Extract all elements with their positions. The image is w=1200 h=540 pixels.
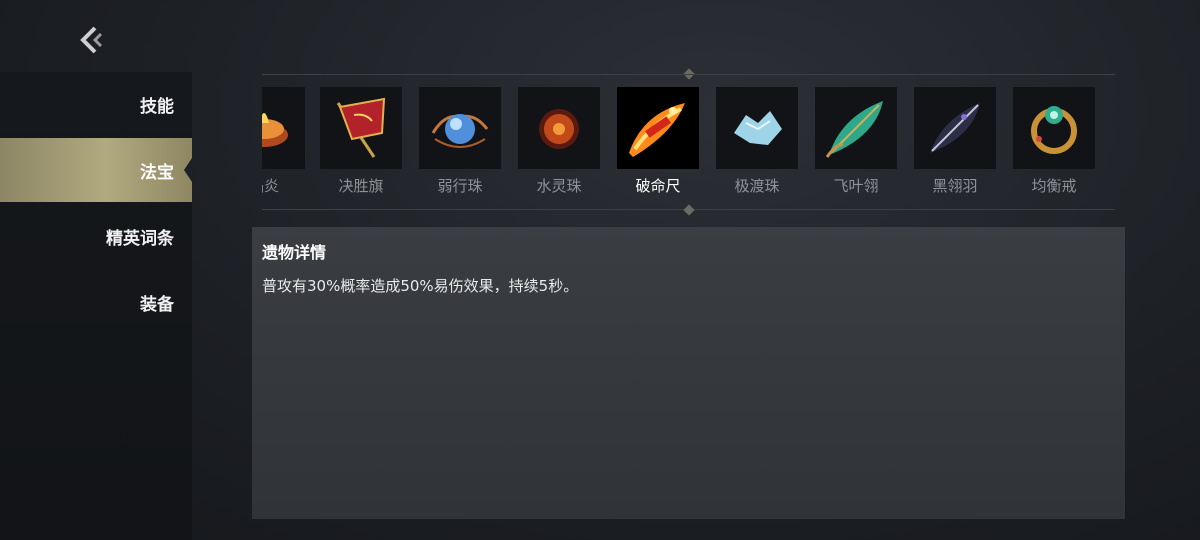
- black-feather-icon: [914, 87, 996, 169]
- banner-flag-icon: [320, 87, 402, 169]
- details-title: 遗物详情: [262, 243, 327, 262]
- sidebar-item-treasure[interactable]: 法宝: [0, 138, 192, 202]
- relic-details-panel: 遗物详情 普攻有30%概率造成50%易伤效果，持续5秒。: [252, 227, 1125, 519]
- relic-item-selected[interactable]: 破命尺: [617, 87, 699, 199]
- relic-list[interactable]: 焰炎 决胜旗 弱行珠: [262, 74, 1115, 210]
- relic-name: 飞叶翎: [833, 177, 879, 195]
- relic-item[interactable]: 焰炎: [262, 87, 305, 199]
- relic-name: 均衡戒: [1031, 177, 1077, 195]
- relic-item[interactable]: 弱行珠: [419, 87, 501, 199]
- sidebar: 技能 法宝 精英词条 装备: [0, 72, 192, 540]
- relic-item[interactable]: 黑翎羽: [914, 87, 996, 199]
- relic-name: 焰炎: [262, 177, 279, 195]
- sidebar-item-label: 法宝: [140, 162, 174, 183]
- relic-item[interactable]: 飞叶翎: [815, 87, 897, 199]
- red-rune-orb-icon: [518, 87, 600, 169]
- relic-item[interactable]: 极渡珠: [716, 87, 798, 199]
- active-caret-icon: [184, 158, 192, 182]
- sidebar-item-label: 装备: [140, 294, 174, 315]
- relic-name: 水灵珠: [536, 177, 582, 195]
- back-button[interactable]: [74, 22, 110, 58]
- sidebar-item-elite-traits[interactable]: 精英词条: [0, 204, 192, 268]
- relic-name: 弱行珠: [437, 177, 483, 195]
- relic-name: 极渡珠: [734, 177, 780, 195]
- gem-ring-icon: [1013, 87, 1095, 169]
- sidebar-item-equipment[interactable]: 装备: [0, 270, 192, 334]
- relic-name: 破命尺: [635, 177, 681, 195]
- relic-item[interactable]: 决胜旗: [320, 87, 402, 199]
- details-description: 普攻有30%概率造成50%易伤效果，持续5秒。: [262, 277, 579, 295]
- flame-bowl-icon: [262, 87, 305, 169]
- relic-item[interactable]: 均衡戒: [1013, 87, 1095, 199]
- blue-orb-icon: [419, 87, 501, 169]
- jade-leaf-icon: [815, 87, 897, 169]
- relic-item[interactable]: 水灵珠: [518, 87, 600, 199]
- sidebar-item-label: 技能: [140, 96, 174, 117]
- sidebar-item-label: 精英词条: [106, 228, 174, 249]
- back-arrow-icon: [80, 26, 103, 54]
- fire-ruler-icon: [617, 87, 699, 169]
- relic-name: 黑翎羽: [932, 177, 978, 195]
- sidebar-item-skills[interactable]: 技能: [0, 72, 192, 136]
- ice-crystal-icon: [716, 87, 798, 169]
- relic-name: 决胜旗: [338, 177, 384, 195]
